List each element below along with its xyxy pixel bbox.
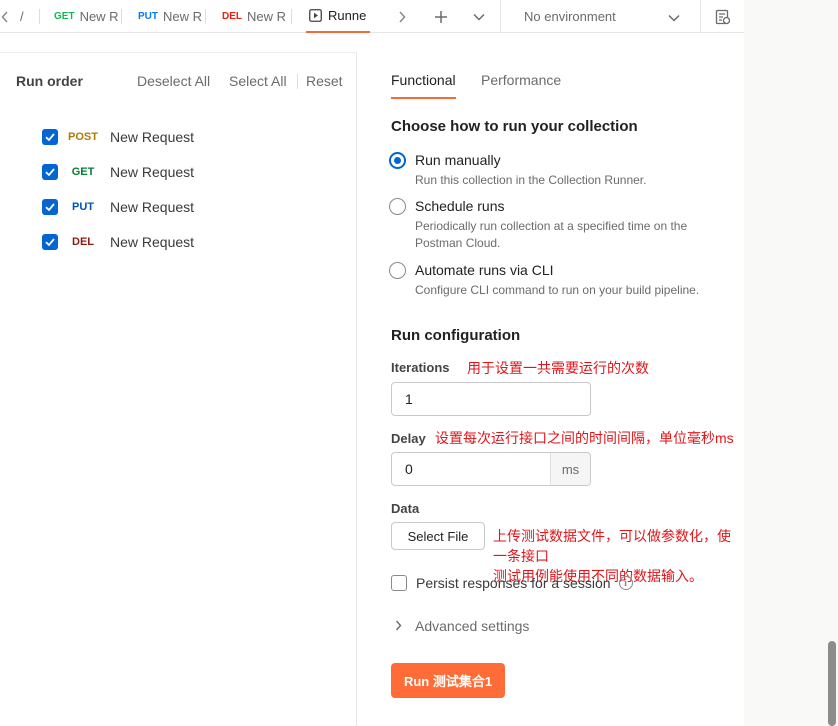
- tab-method: PUT: [138, 11, 158, 22]
- scrollbar-thumb[interactable]: [828, 641, 836, 726]
- option-automate-cli[interactable]: Automate runs via CLI Configure CLI comm…: [389, 261, 725, 299]
- option-description: Configure CLI command to run on your bui…: [415, 283, 700, 297]
- chevron-down-icon[interactable]: [469, 0, 489, 33]
- deselect-all-button[interactable]: Deselect All: [137, 73, 210, 89]
- run-collection-button[interactable]: Run 测试集合1: [391, 663, 505, 698]
- iterations-value: 1: [405, 391, 413, 407]
- option-label: Schedule runs: [415, 198, 505, 214]
- request-name: New Request: [110, 129, 195, 145]
- tab-item[interactable]: PUT New R: [138, 0, 206, 33]
- tab-label: New R: [247, 9, 287, 24]
- persist-responses-label: Persist responses for a session: [416, 575, 611, 591]
- select-file-button[interactable]: Select File: [391, 522, 485, 550]
- request-name: New Request: [110, 199, 195, 215]
- tab-label: /: [20, 9, 24, 24]
- tab-method: DEL: [222, 11, 242, 22]
- chevron-down-icon: [668, 10, 680, 25]
- check-icon: [45, 238, 55, 247]
- request-method: PUT: [72, 201, 94, 213]
- tab-item[interactable]: /: [20, 0, 40, 33]
- request-checkbox[interactable]: [42, 234, 58, 250]
- request-method: GET: [71, 166, 95, 178]
- delay-label: Delay: [391, 431, 426, 446]
- radio-unselected[interactable]: [389, 198, 406, 215]
- tab-functional[interactable]: Functional: [391, 72, 456, 99]
- request-item[interactable]: GET New Request: [42, 162, 194, 182]
- plus-icon[interactable]: [430, 0, 452, 33]
- run-configuration-title: Run configuration: [391, 327, 521, 344]
- request-checkbox[interactable]: [42, 199, 58, 215]
- delay-value: 0: [405, 461, 413, 477]
- iterations-label: Iterations: [391, 360, 450, 375]
- request-checkbox[interactable]: [42, 129, 58, 145]
- option-description: Run this collection in the Collection Ru…: [415, 173, 647, 187]
- tab-label: New R: [79, 9, 119, 24]
- check-icon: [45, 168, 55, 177]
- request-method: POST: [68, 131, 98, 143]
- tab-method: GET: [54, 11, 75, 22]
- delay-unit: ms: [550, 453, 590, 485]
- tab-bar: / GET New R PUT New R DEL New R Runne No…: [0, 0, 744, 33]
- delay-annotation: 设置每次运行接口之间的时间间隔，单位毫秒ms: [435, 430, 734, 446]
- tab-performance[interactable]: Performance: [481, 72, 561, 97]
- background-stripe: [744, 0, 838, 726]
- tab-label: New R: [163, 9, 203, 24]
- environment-selector[interactable]: No environment: [500, 0, 696, 33]
- option-schedule-runs[interactable]: Schedule runs Periodically run collectio…: [389, 197, 725, 252]
- option-description: Periodically run collection at a specifi…: [415, 219, 688, 250]
- environment-label: No environment: [524, 9, 616, 24]
- option-run-manually[interactable]: Run manually Run this collection in the …: [389, 151, 725, 189]
- tab-item[interactable]: DEL New R: [222, 0, 292, 33]
- environment-quick-look-icon[interactable]: [700, 0, 744, 33]
- tab-item[interactable]: GET New R: [54, 0, 122, 33]
- choose-run-title: Choose how to run your collection: [391, 118, 638, 135]
- delay-input[interactable]: 0 ms: [391, 452, 591, 486]
- radio-selected[interactable]: [389, 152, 406, 169]
- iterations-input[interactable]: 1: [391, 382, 591, 416]
- tab-label: Runne: [328, 8, 367, 23]
- request-item[interactable]: POST New Request: [42, 127, 194, 147]
- option-label: Run manually: [415, 152, 501, 168]
- check-icon: [45, 203, 55, 212]
- tab-runner[interactable]: Runne: [306, 0, 370, 33]
- check-icon: [45, 133, 55, 142]
- persist-responses-checkbox[interactable]: [391, 575, 407, 591]
- data-annotation-line: 上传测试数据文件，可以做参数化，使一条接口: [493, 528, 731, 564]
- iterations-annotation: 用于设置一共需要运行的次数: [467, 360, 649, 376]
- request-checkbox[interactable]: [42, 164, 58, 180]
- data-label: Data: [391, 501, 420, 516]
- request-item[interactable]: PUT New Request: [42, 197, 194, 217]
- run-configuration-panel: Functional Performance Choose how to run…: [365, 52, 744, 726]
- advanced-settings-label: Advanced settings: [415, 618, 530, 634]
- persist-responses-option[interactable]: Persist responses for a session i: [391, 575, 633, 591]
- run-order-panel: Run order Deselect All Select All Reset …: [0, 52, 357, 726]
- chevron-right-icon: [395, 618, 402, 634]
- request-item[interactable]: DEL New Request: [42, 232, 194, 252]
- request-name: New Request: [110, 234, 195, 250]
- chevron-right-icon[interactable]: [392, 0, 412, 33]
- reset-button[interactable]: Reset: [306, 73, 343, 89]
- scroll-tabs-left-icon[interactable]: [0, 0, 10, 33]
- radio-unselected[interactable]: [389, 262, 406, 279]
- runner-icon: [309, 9, 322, 22]
- request-name: New Request: [110, 164, 195, 180]
- info-icon[interactable]: i: [618, 576, 633, 590]
- divider: [297, 74, 298, 89]
- advanced-settings-toggle[interactable]: Advanced settings: [395, 618, 529, 634]
- request-method: DEL: [72, 236, 94, 248]
- select-all-button[interactable]: Select All: [229, 73, 287, 89]
- run-order-title: Run order: [16, 73, 83, 89]
- option-label: Automate runs via CLI: [415, 262, 554, 278]
